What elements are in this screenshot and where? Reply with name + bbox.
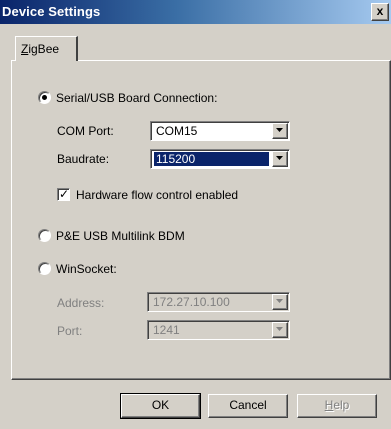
port-value: 1241 (153, 323, 180, 337)
flow-control-checkbox[interactable]: ✓ (57, 187, 70, 201)
chevron-down-icon (276, 299, 283, 303)
pe-usb-radio[interactable] (38, 229, 51, 242)
address-dropdown-button[interactable] (272, 294, 288, 310)
tab-zigbee-label: ZigBee (21, 42, 60, 56)
address-value: 172.27.10.100 (153, 295, 230, 309)
port-select[interactable]: 1241 (147, 320, 290, 340)
tab-zigbee[interactable]: ZigBee (15, 36, 78, 61)
port-dropdown-button[interactable] (272, 322, 288, 338)
address-select[interactable]: 172.27.10.100 (147, 292, 290, 312)
winsocket-radio[interactable] (38, 262, 51, 275)
window-title: Device Settings (2, 4, 101, 19)
checkmark-icon: ✓ (59, 187, 70, 201)
chevron-down-icon (276, 327, 283, 331)
com-port-label: COM Port: (57, 124, 114, 138)
close-icon: x (376, 4, 384, 18)
baudrate-label: Baudrate: (57, 152, 110, 166)
chevron-down-icon (276, 128, 283, 132)
serial-usb-radio[interactable] (38, 91, 51, 104)
com-port-select[interactable]: COM15 (150, 121, 290, 141)
winsocket-label: WinSocket: (56, 262, 117, 276)
radio-selected-dot (42, 95, 47, 100)
flow-control-label: Hardware flow control enabled (76, 188, 239, 202)
pe-usb-label: P&E USB Multilink BDM (56, 229, 185, 243)
com-port-dropdown-button[interactable] (272, 123, 288, 139)
baudrate-select[interactable]: 115200 (150, 149, 290, 169)
title-bar: Device Settings x (0, 0, 391, 24)
cancel-button[interactable]: Cancel (208, 394, 288, 418)
port-label: Port: (57, 324, 83, 338)
close-button[interactable]: x (371, 3, 389, 21)
serial-usb-label: Serial/USB Board Connection: (56, 91, 218, 105)
com-port-value: COM15 (156, 124, 198, 138)
address-label: Address: (57, 296, 105, 310)
baudrate-value: 115200 (154, 152, 269, 166)
baudrate-dropdown-button[interactable] (272, 151, 288, 167)
chevron-down-icon (276, 156, 283, 160)
help-button[interactable]: Help (297, 394, 377, 418)
ok-button[interactable]: OK (120, 393, 201, 419)
